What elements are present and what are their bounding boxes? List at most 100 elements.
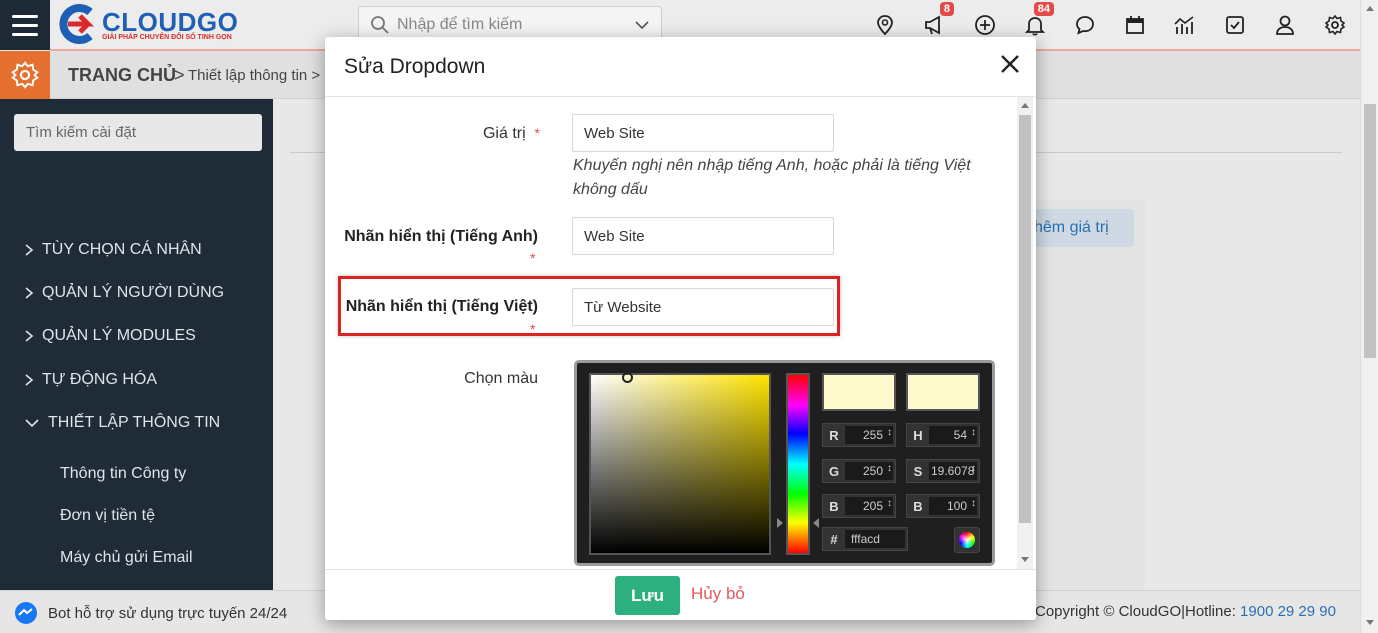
- chevron-right-icon: [25, 374, 34, 386]
- modal-footer: Lưu Hủy bỏ: [325, 569, 1036, 620]
- add-circle-icon[interactable]: [970, 10, 1000, 40]
- support-bot-link[interactable]: Bot hỗ trợ sử dụng trực tuyến 24/24: [14, 601, 287, 625]
- close-icon[interactable]: [999, 53, 1021, 75]
- value-hint: Khuyến nghị nên nhập tiếng Anh, hoặc phả…: [573, 157, 971, 198]
- settings-sidebar: Tìm kiếm cài đặt TÙY CHỌN CÁ NHÂN QUẢN L…: [0, 99, 273, 590]
- sidebar-item-info-setup[interactable]: THIẾT LẬP THÔNG TIN: [24, 414, 220, 432]
- edit-dropdown-modal: Sửa Dropdown Giá trị * Web Site Khuyến n…: [325, 37, 1036, 620]
- sidebar-item-personal-options[interactable]: TÙY CHỌN CÁ NHÂN: [24, 241, 202, 259]
- bell-icon[interactable]: 84: [1020, 2, 1054, 40]
- label-en-label: Nhãn hiển thị (Tiếng Anh): [344, 228, 538, 245]
- value-label: Giá trị *: [425, 125, 540, 143]
- settings-gear-icon[interactable]: [0, 51, 50, 99]
- page-scrollbar[interactable]: [1360, 0, 1378, 633]
- sidebar-item-label: QUẢN LÝ MODULES: [42, 327, 196, 344]
- modal-title: Sửa Dropdown: [344, 55, 486, 78]
- megaphone-icon[interactable]: 8: [920, 2, 954, 40]
- modal-scrollbar[interactable]: [1017, 97, 1033, 569]
- saturation-field[interactable]: S 19.6078: [906, 459, 980, 483]
- brightness-field[interactable]: B 100: [906, 494, 980, 518]
- modal-header: Sửa Dropdown: [325, 37, 1036, 97]
- save-button[interactable]: Lưu: [615, 576, 680, 615]
- scroll-up-icon[interactable]: [1366, 6, 1374, 11]
- brightness-value[interactable]: 100: [929, 497, 977, 515]
- hotline-link[interactable]: 1900 29 29 90: [1240, 603, 1336, 620]
- green-field[interactable]: G 250: [822, 459, 896, 483]
- megaphone-badge: 8: [939, 2, 954, 16]
- blue-field[interactable]: B 205: [822, 494, 896, 518]
- menu-hamburger-icon[interactable]: [0, 0, 50, 50]
- bot-text: Bot hỗ trợ sử dụng trực tuyến 24/24: [48, 604, 288, 622]
- label-en-input[interactable]: Web Site: [572, 217, 834, 255]
- add-value-button[interactable]: hêm giá trị: [1030, 209, 1134, 247]
- blue-value[interactable]: 205: [845, 497, 893, 515]
- breadcrumb-home-link[interactable]: TRANG CHỦ: [68, 65, 176, 86]
- modal-body: Giá trị * Web Site Khuyến nghị nên nhập …: [325, 97, 1036, 569]
- scroll-down-icon[interactable]: [1021, 557, 1029, 562]
- saturation-value-area[interactable]: [589, 372, 771, 555]
- sidebar-subitem-company-info[interactable]: Thông tin Công ty: [60, 465, 186, 483]
- search-icon: [371, 16, 389, 34]
- breadcrumb-separator: >: [174, 65, 185, 85]
- chart-icon[interactable]: [1170, 10, 1200, 40]
- sidebar-item-label: TÙY CHỌN CÁ NHÂN: [42, 241, 202, 258]
- color-picker: R 255 H 54 G 250 S 19.6078 B 205 B 100 # fffacd: [574, 360, 995, 566]
- settings-icon[interactable]: [1320, 10, 1350, 40]
- scroll-down-icon[interactable]: [1366, 620, 1374, 625]
- hue-slider-handle-right[interactable]: [813, 518, 819, 528]
- required-mark: *: [530, 250, 536, 266]
- color-wheel-button[interactable]: [954, 527, 980, 553]
- hex-value[interactable]: fffacd: [845, 530, 905, 548]
- logo-title: CLOUDGO: [102, 6, 239, 37]
- chevron-right-icon: [25, 330, 34, 342]
- new-color-swatch: [822, 373, 896, 411]
- hue-slider-handle-left[interactable]: [777, 518, 783, 528]
- hex-field[interactable]: # fffacd: [822, 527, 908, 551]
- location-icon[interactable]: [870, 10, 900, 40]
- hue-field[interactable]: H 54: [906, 423, 980, 447]
- hue-value[interactable]: 54: [929, 426, 977, 444]
- chevron-down-icon[interactable]: [635, 20, 649, 30]
- chevron-right-icon: [25, 287, 34, 299]
- value-input[interactable]: Web Site: [572, 114, 834, 152]
- saturation-value[interactable]: 19.6078: [929, 462, 977, 480]
- chat-icon[interactable]: [1070, 10, 1100, 40]
- user-icon[interactable]: [1270, 10, 1300, 40]
- logo-subtitle: GIẢI PHÁP CHUYỂN ĐỔI SỐ TINH GỌN: [102, 33, 232, 41]
- bell-badge: 84: [1033, 2, 1054, 16]
- logo[interactable]: CLOUDGO GIẢI PHÁP CHUYỂN ĐỔI SỐ TINH GỌN: [54, 2, 238, 46]
- checkbox-icon[interactable]: [1220, 10, 1250, 40]
- brightness-field-label: B: [913, 498, 923, 514]
- value-label-text: Giá trị: [482, 125, 526, 142]
- calendar-icon[interactable]: [1120, 10, 1150, 40]
- cancel-button[interactable]: Hủy bỏ: [691, 584, 745, 604]
- page-scrollbar-thumb[interactable]: [1364, 104, 1376, 358]
- label-vi-label: Nhãn hiển thị (Tiếng Việt): [345, 298, 538, 315]
- original-color-swatch[interactable]: [906, 373, 980, 411]
- messenger-icon: [15, 602, 37, 624]
- sidebar-item-user-management[interactable]: QUẢN LÝ NGƯỜI DÙNG: [24, 284, 224, 302]
- saturation-field-label: S: [913, 463, 923, 479]
- required-mark: *: [530, 321, 536, 337]
- cloudgo-logo-icon: [54, 2, 98, 46]
- color-cursor[interactable]: [622, 372, 633, 383]
- red-field-label: R: [829, 427, 839, 443]
- blue-field-label: B: [829, 498, 839, 514]
- green-value[interactable]: 250: [845, 462, 893, 480]
- red-value[interactable]: 255: [845, 426, 893, 444]
- chevron-right-icon: [25, 244, 34, 256]
- breadcrumb-current[interactable]: Thiết lập thông tin >: [188, 67, 320, 84]
- sidebar-subitem-currency[interactable]: Đơn vị tiền tệ: [60, 507, 155, 525]
- settings-search-input[interactable]: Tìm kiếm cài đặt: [14, 114, 262, 151]
- sidebar-item-automation[interactable]: TỰ ĐỘNG HÓA: [24, 371, 157, 389]
- sidebar-item-label: TỰ ĐỘNG HÓA: [42, 371, 157, 388]
- label-vi-input[interactable]: Từ Website: [572, 288, 834, 326]
- copyright: Copyright © CloudGO|Hotline: 1900 29 29 …: [1035, 603, 1336, 620]
- hue-slider[interactable]: [786, 373, 810, 555]
- red-field[interactable]: R 255: [822, 423, 896, 447]
- modal-scrollbar-thumb[interactable]: [1019, 115, 1031, 523]
- scroll-up-icon[interactable]: [1021, 103, 1029, 108]
- hue-field-label: H: [913, 427, 923, 443]
- sidebar-item-modules[interactable]: QUẢN LÝ MODULES: [24, 327, 196, 345]
- sidebar-subitem-email-server[interactable]: Máy chủ gửi Email: [60, 549, 193, 567]
